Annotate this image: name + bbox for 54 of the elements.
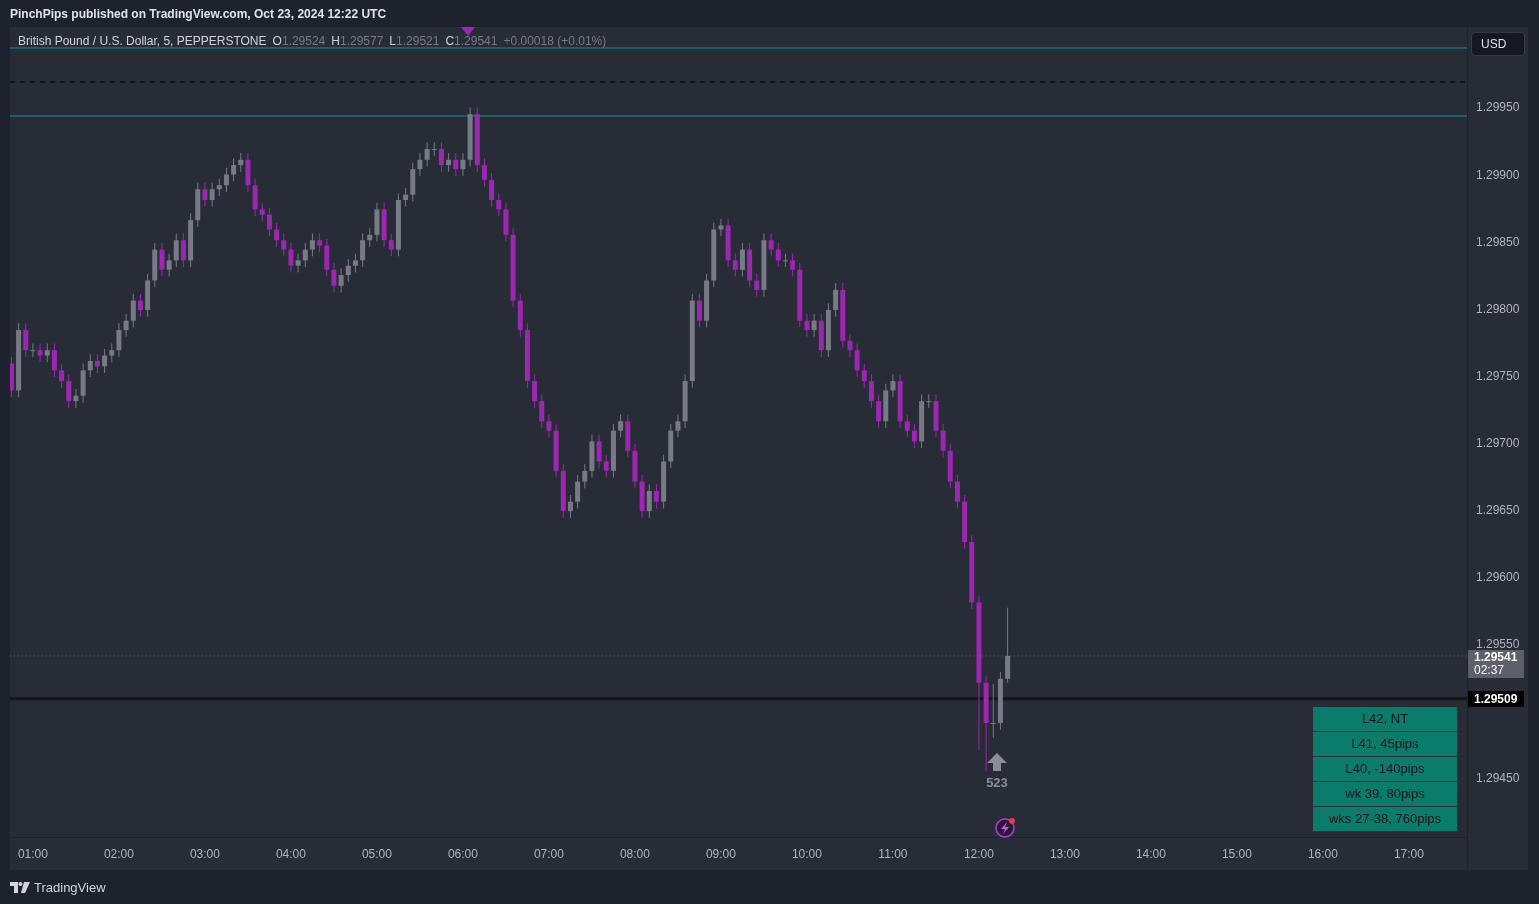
price-label: 1.29450	[1476, 771, 1520, 785]
price-label: 1.29650	[1476, 502, 1520, 517]
time-label: 01:00	[17, 847, 48, 861]
results-table-cell: wk 39, 80pips	[1313, 782, 1457, 806]
bar-countdown: 02:37	[1474, 663, 1506, 677]
ohlc-label: L	[389, 34, 397, 48]
symbol-title: British Pound / U.S. Dollar, 5, PEPPERSTONE	[18, 34, 267, 48]
signal-arrow-icon	[987, 753, 1007, 771]
time-label: 07:00	[533, 847, 564, 861]
brand-name: TradingView	[34, 879, 106, 895]
tradingview-logo-icon	[10, 881, 30, 893]
ohlc-value: 1.29521	[396, 34, 440, 48]
price-label: 1.29750	[1476, 368, 1520, 383]
time-label: 09:00	[705, 847, 736, 861]
publish-info: PinchPips published on TradingView.com, Oct 23, 2024 12:22 UTC	[10, 6, 387, 21]
time-label: 11:00	[878, 847, 908, 861]
time-label: 03:00	[189, 847, 220, 861]
time-label: 13:00	[1049, 847, 1080, 861]
price-label: 1.29850	[1476, 234, 1520, 249]
time-label: 06:00	[447, 847, 478, 861]
currency-button[interactable]: USD	[1471, 32, 1525, 56]
time-label: 17:00	[1393, 847, 1424, 861]
time-label: 05:00	[361, 847, 392, 861]
ohlc-value: 1.29524	[281, 34, 326, 48]
ohlc-label: O	[272, 34, 282, 48]
results-table-cell: L41, 45pips	[1313, 732, 1457, 756]
price-label: 1.29600	[1476, 569, 1520, 584]
price-change: +0.00018 (+0.01%)	[503, 34, 607, 48]
ohlc-label: C	[445, 34, 455, 48]
time-label: 04:00	[275, 847, 306, 861]
ohlc-label: H	[331, 34, 340, 48]
candle	[10, 356, 14, 398]
bar-marker-icon	[461, 27, 475, 36]
ohlc-value: 1.29541	[454, 34, 498, 48]
time-label: 15:00	[1221, 847, 1252, 861]
price-label: 1.29550	[1476, 636, 1520, 651]
time-label: 14:00	[1135, 847, 1166, 861]
results-table-cell: wks 27-38, 760pips	[1313, 807, 1457, 831]
time-label: 12:00	[963, 847, 994, 861]
time-label: 08:00	[619, 847, 650, 861]
current-price: 1.29541	[1474, 650, 1518, 664]
signal-count: 523	[986, 775, 1008, 790]
price-label: 1.29800	[1476, 301, 1520, 316]
lightning-icon[interactable]	[995, 818, 1015, 838]
ohlc-value: 1.29577	[339, 34, 384, 48]
results-table-cell: L40, -140pips	[1313, 757, 1457, 781]
time-label: 10:00	[791, 847, 822, 861]
results-table-cell: L42, NT	[1313, 707, 1457, 731]
time-label: 02:00	[103, 847, 134, 861]
price-label: 1.29900	[1476, 167, 1520, 182]
time-label: 16:00	[1307, 847, 1338, 861]
price-label: 1.29950	[1476, 100, 1520, 115]
level-price-tag: 1.29509	[1468, 690, 1524, 707]
price-label: 1.29700	[1476, 435, 1520, 450]
